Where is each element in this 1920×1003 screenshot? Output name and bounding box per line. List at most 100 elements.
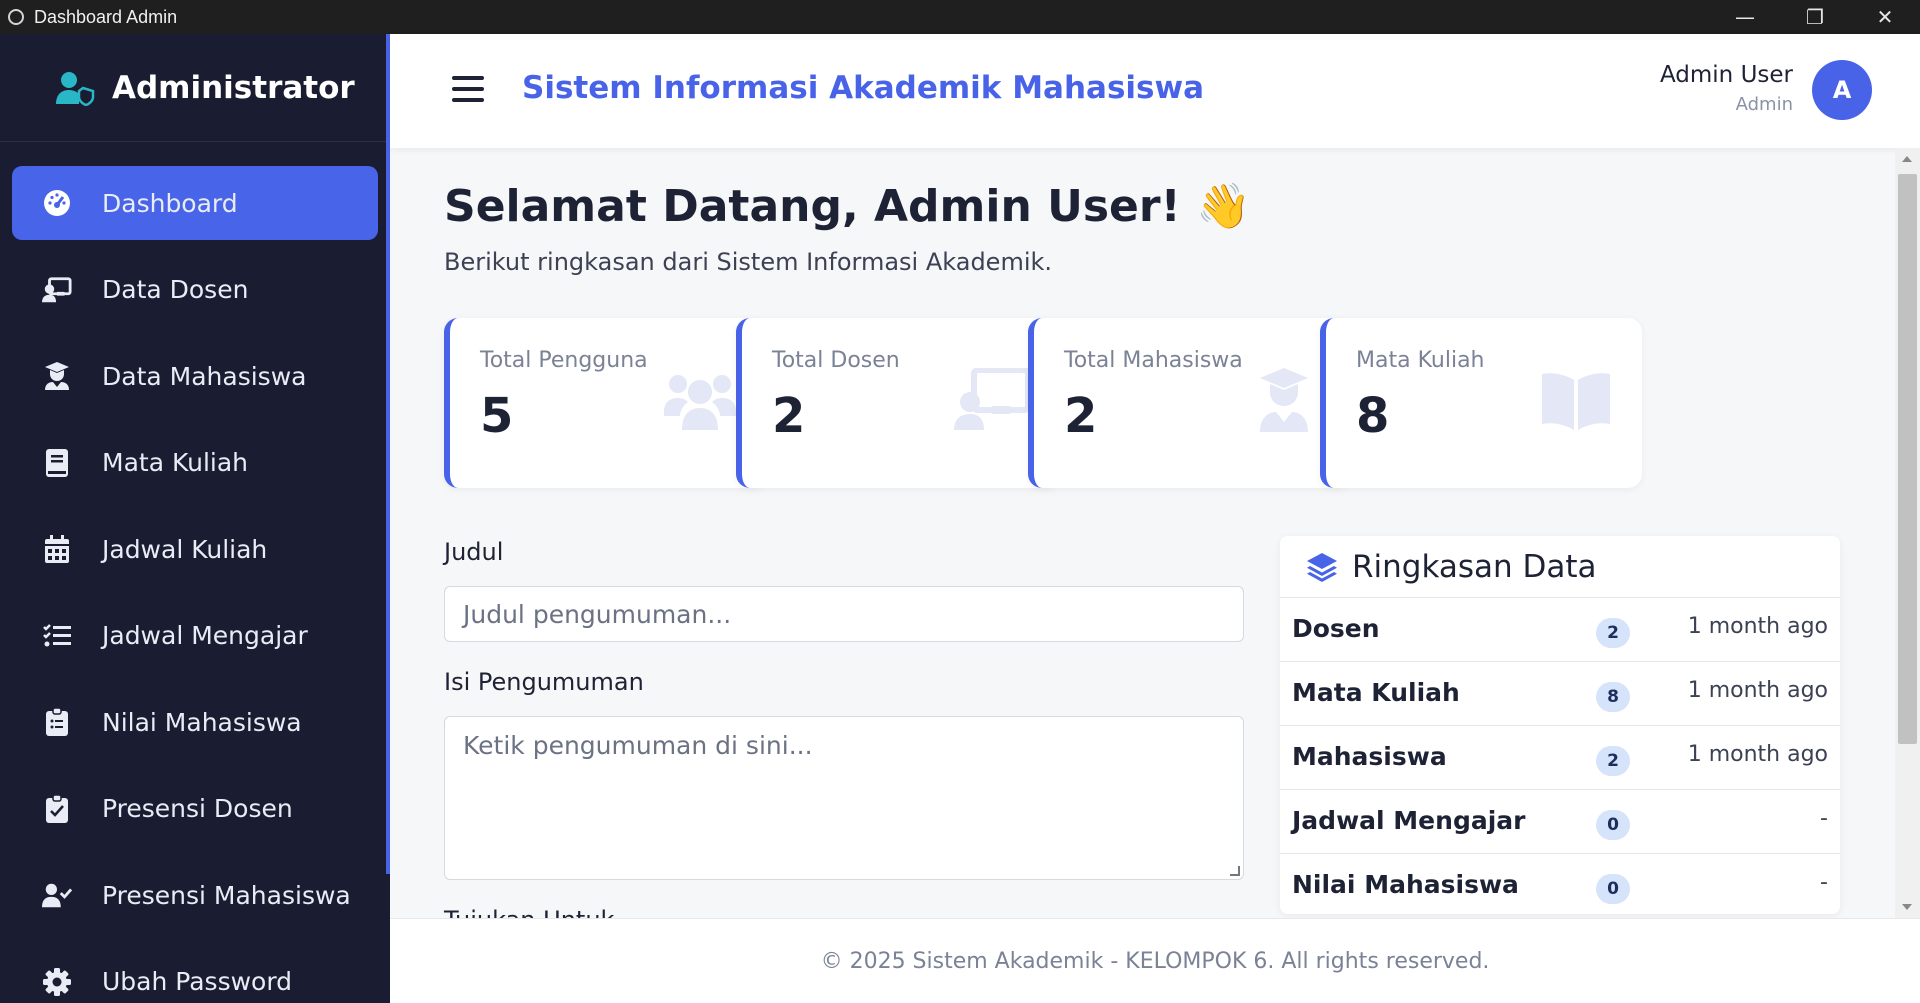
stat-label: Mata Kuliah bbox=[1356, 348, 1485, 373]
main-content: Selamat Datang, Admin User! 👋 Berikut ri… bbox=[390, 148, 1895, 918]
welcome-text: Selamat Datang, Admin User! bbox=[444, 181, 1181, 232]
window-controls: — ❐ ✕ bbox=[1710, 0, 1920, 34]
page-subtitle: Berikut ringkasan dari Sistem Informasi … bbox=[444, 248, 1053, 276]
isi-pengumuman-textarea[interactable]: Ketik pengumuman di sini... bbox=[444, 716, 1244, 880]
user-role: Admin bbox=[1735, 94, 1793, 115]
clipboard-list-icon bbox=[42, 707, 72, 737]
summary-row-time: 1 month ago bbox=[1687, 614, 1828, 639]
summary-row-name: Nilai Mahasiswa bbox=[1292, 870, 1519, 899]
judul-label: Judul bbox=[444, 538, 504, 566]
summary-panel: Ringkasan Data Dosen 2 1 month ago Mata … bbox=[1280, 536, 1840, 914]
sidebar-item-nilai-mahasiswa[interactable]: Nilai Mahasiswa bbox=[12, 685, 378, 759]
user-shield-icon bbox=[56, 71, 95, 106]
chalkboard-teacher-icon bbox=[42, 275, 72, 305]
sidebar-brand-title: Administrator bbox=[112, 69, 355, 106]
summary-row-name: Dosen bbox=[1292, 614, 1380, 643]
sidebar-item-jadwal-kuliah[interactable]: Jadwal Kuliah bbox=[12, 512, 378, 586]
judul-input[interactable]: Judul pengumuman... bbox=[444, 586, 1244, 642]
summary-title: Ringkasan Data bbox=[1352, 548, 1597, 585]
sidebar-brand: Administrator bbox=[0, 34, 390, 142]
summary-header: Ringkasan Data bbox=[1280, 536, 1840, 598]
resize-grip-icon[interactable] bbox=[1230, 866, 1240, 876]
waving-hand-icon: 👋 bbox=[1195, 181, 1251, 232]
sidebar-item-presensi-mahasiswa[interactable]: Presensi Mahasiswa bbox=[12, 858, 378, 932]
footer: © 2025 Sistem Akademik - KELOMPOK 6. All… bbox=[390, 918, 1920, 1003]
sidebar-item-label: Nilai Mahasiswa bbox=[102, 707, 302, 737]
stat-value: 5 bbox=[480, 388, 514, 444]
hamburger-bar bbox=[452, 98, 484, 102]
stat-card-total-pengguna: Total Pengguna 5 bbox=[444, 318, 766, 488]
textarea-placeholder: Ketik pengumuman di sini... bbox=[463, 731, 813, 760]
summary-row-name: Jadwal Mengajar bbox=[1292, 806, 1526, 835]
table-row: Mahasiswa 2 1 month ago bbox=[1280, 726, 1840, 790]
sidebar-item-label: Jadwal Kuliah bbox=[102, 534, 268, 564]
isi-pengumuman-label: Isi Pengumuman bbox=[444, 668, 644, 696]
sidebar-item-ubah-password[interactable]: Ubah Password bbox=[12, 945, 378, 1003]
sidebar-nav: Dashboard Data Dosen Data Mahasiswa Mata… bbox=[0, 142, 390, 1003]
hamburger-bar bbox=[452, 87, 484, 91]
user-graduate-icon bbox=[42, 361, 72, 391]
count-badge: 8 bbox=[1596, 682, 1630, 712]
stat-value: 8 bbox=[1356, 388, 1390, 444]
count-badge: 2 bbox=[1596, 618, 1630, 648]
summary-row-name: Mahasiswa bbox=[1292, 742, 1447, 771]
clipboard-check-icon bbox=[42, 794, 72, 824]
sidebar-item-label: Dashboard bbox=[102, 188, 238, 218]
minimize-button[interactable]: — bbox=[1710, 0, 1780, 34]
hamburger-bar bbox=[452, 76, 484, 80]
summary-row-name: Mata Kuliah bbox=[1292, 678, 1460, 707]
sidebar-item-presensi-dosen[interactable]: Presensi Dosen bbox=[12, 772, 378, 846]
users-icon bbox=[664, 375, 736, 430]
table-row: Dosen 2 1 month ago bbox=[1280, 598, 1840, 662]
stat-value: 2 bbox=[1064, 388, 1098, 444]
stat-card-total-dosen: Total Dosen 2 bbox=[736, 318, 1058, 488]
count-badge: 0 bbox=[1596, 810, 1630, 840]
stat-card-mata-kuliah: Mata Kuliah 8 bbox=[1320, 318, 1642, 488]
stat-label: Total Dosen bbox=[772, 348, 900, 373]
window-titlebar: Dashboard Admin — ❐ ✕ bbox=[0, 0, 1920, 34]
sidebar-item-dashboard[interactable]: Dashboard bbox=[12, 166, 378, 240]
avatar[interactable]: A bbox=[1812, 60, 1872, 120]
sidebar-item-data-dosen[interactable]: Data Dosen bbox=[12, 253, 378, 327]
top-header: Sistem Informasi Akademik Mahasiswa Admi… bbox=[390, 34, 1920, 148]
user-check-icon bbox=[42, 880, 72, 910]
sidebar-item-label: Jadwal Mengajar bbox=[102, 621, 308, 650]
summary-row-time: - bbox=[1820, 870, 1828, 895]
book-icon bbox=[42, 448, 72, 478]
main-scrollbar[interactable] bbox=[1895, 148, 1920, 918]
sidebar-item-jadwal-mengajar[interactable]: Jadwal Mengajar bbox=[12, 599, 378, 673]
summary-row-time: 1 month ago bbox=[1687, 742, 1828, 767]
summary-row-time: - bbox=[1820, 806, 1828, 831]
user-info[interactable]: Admin User Admin bbox=[1660, 62, 1793, 115]
stat-label: Total Pengguna bbox=[480, 348, 648, 373]
sidebar-item-label: Mata Kuliah bbox=[102, 448, 249, 477]
book-open-icon bbox=[1542, 373, 1610, 430]
app-title: Sistem Informasi Akademik Mahasiswa bbox=[522, 70, 1205, 106]
count-badge: 2 bbox=[1596, 746, 1630, 776]
sidebar-item-label: Presensi Mahasiswa bbox=[102, 880, 351, 910]
sidebar-item-label: Data Mahasiswa bbox=[102, 361, 307, 391]
table-row: Mata Kuliah 8 1 month ago bbox=[1280, 662, 1840, 726]
list-check-icon bbox=[42, 621, 72, 651]
sidebar-item-data-mahasiswa[interactable]: Data Mahasiswa bbox=[12, 339, 378, 413]
menu-toggle-button[interactable] bbox=[452, 76, 484, 104]
gear-icon bbox=[42, 967, 72, 997]
scrollbar-thumb[interactable] bbox=[1898, 174, 1917, 744]
scroll-down-arrow-icon[interactable] bbox=[1902, 904, 1912, 910]
calendar-icon bbox=[42, 534, 72, 564]
page-title: Selamat Datang, Admin User! 👋 bbox=[444, 180, 1251, 232]
gauge-icon bbox=[42, 188, 72, 218]
table-row: Nilai Mahasiswa 0 - bbox=[1280, 854, 1840, 914]
sidebar-item-mata-kuliah[interactable]: Mata Kuliah bbox=[12, 426, 378, 500]
close-button[interactable]: ✕ bbox=[1850, 0, 1920, 34]
footer-text: © 2025 Sistem Akademik - KELOMPOK 6. All… bbox=[820, 948, 1490, 974]
scroll-up-arrow-icon[interactable] bbox=[1902, 156, 1912, 162]
sidebar: Administrator Dashboard Data Dosen Data … bbox=[0, 34, 390, 1003]
stat-value: 2 bbox=[772, 388, 806, 444]
table-row: Jadwal Mengajar 0 - bbox=[1280, 790, 1840, 854]
summary-row-time: 1 month ago bbox=[1687, 678, 1828, 703]
restore-button[interactable]: ❐ bbox=[1780, 0, 1850, 34]
stat-label: Total Mahasiswa bbox=[1064, 348, 1243, 373]
layer-group-icon bbox=[1307, 552, 1337, 582]
stat-card-total-mahasiswa: Total Mahasiswa 2 bbox=[1028, 318, 1350, 488]
